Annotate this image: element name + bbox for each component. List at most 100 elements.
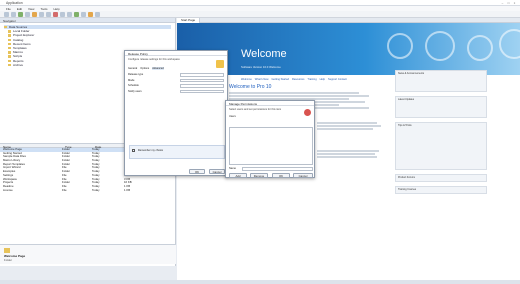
release-type-field[interactable] xyxy=(180,73,224,77)
notify-field[interactable] xyxy=(180,89,224,94)
folder-icon xyxy=(8,46,11,50)
schedule-field[interactable] xyxy=(180,84,224,88)
menu-tools[interactable]: Tools xyxy=(40,7,47,11)
ok-button[interactable]: OK xyxy=(272,173,290,178)
checkbox-label: Remember my choice xyxy=(137,149,164,152)
tab-general[interactable]: General xyxy=(128,67,137,70)
cut-icon[interactable] xyxy=(32,12,37,17)
updates-box[interactable]: Latest Updates xyxy=(395,96,487,118)
text-line xyxy=(229,92,359,94)
delete-icon[interactable] xyxy=(53,12,58,17)
folder-icon xyxy=(4,248,10,253)
mode-field[interactable] xyxy=(180,78,224,83)
checkbox[interactable] xyxy=(132,148,135,152)
decorative-circle xyxy=(425,31,455,61)
training-box[interactable]: Training Courses xyxy=(395,186,487,194)
release-policy-dialog: Release Policy Configure release setting… xyxy=(124,50,228,176)
text-line xyxy=(317,125,381,127)
folder-icon xyxy=(8,34,11,37)
details-type: Folder xyxy=(4,258,12,262)
dialog-tabs: General Options Advanced xyxy=(125,63,227,70)
table-row[interactable]: License File Today 1 KB xyxy=(0,189,176,193)
column-name[interactable]: Name xyxy=(0,144,62,149)
decorative-circle xyxy=(499,29,520,59)
users-list[interactable] xyxy=(229,127,313,165)
settings-icon[interactable] xyxy=(88,12,93,17)
run-icon[interactable] xyxy=(74,12,79,17)
folder-icon xyxy=(8,42,11,46)
tips-box[interactable]: Tips & Tricks xyxy=(395,122,487,170)
text-line xyxy=(317,128,373,130)
column-date[interactable]: Date xyxy=(92,144,124,149)
welcome-banner xyxy=(177,23,520,75)
menu-help[interactable]: Help xyxy=(53,7,59,11)
ok-button[interactable]: OK xyxy=(189,169,205,174)
field-label: Release type xyxy=(128,73,144,76)
dialog-icon xyxy=(216,60,224,68)
forums-box[interactable]: Product Forums xyxy=(395,174,487,182)
copy-icon[interactable] xyxy=(39,12,44,17)
toolbar xyxy=(0,11,520,18)
nav-link[interactable]: Welcome xyxy=(241,78,252,81)
new-icon[interactable] xyxy=(4,12,9,17)
nav-link[interactable]: Resources xyxy=(292,78,304,81)
folder-icon xyxy=(8,59,11,62)
undo-icon[interactable] xyxy=(60,12,65,17)
maximize-icon[interactable]: □ xyxy=(506,1,511,5)
redo-icon[interactable] xyxy=(67,12,72,17)
menu-file[interactable]: File xyxy=(6,7,11,11)
column-type[interactable]: Type xyxy=(62,144,92,149)
folder-icon xyxy=(8,63,11,67)
add-button[interactable]: Add xyxy=(229,173,247,178)
welcome-heading: Welcome to Pro 10 xyxy=(229,84,272,90)
open-icon[interactable] xyxy=(11,12,16,17)
menu-view[interactable]: View xyxy=(28,7,34,11)
remove-button[interactable]: Remove xyxy=(250,173,268,178)
name-label: Name xyxy=(229,167,236,170)
search-icon[interactable] xyxy=(95,12,100,17)
folder-icon xyxy=(8,38,11,41)
folder-icon xyxy=(8,51,11,54)
field-label: Notify users xyxy=(128,89,142,93)
nav-link[interactable]: Getting Started xyxy=(272,78,289,81)
text-line xyxy=(317,153,375,155)
nav-link[interactable]: What's New xyxy=(255,78,269,81)
decorative-circle xyxy=(387,33,413,59)
folder-icon xyxy=(4,26,7,29)
text-line xyxy=(317,156,377,158)
cancel-button[interactable]: Cancel xyxy=(209,169,225,174)
text-line xyxy=(317,122,377,124)
dialog-description: Select users and set permissions for thi… xyxy=(229,108,282,111)
tab-advanced[interactable]: Advanced xyxy=(152,67,164,70)
info-box: Remember my choice xyxy=(129,145,225,159)
print-icon[interactable] xyxy=(25,12,30,17)
menu-edit[interactable]: Edit xyxy=(17,7,22,11)
nav-link[interactable]: Training xyxy=(307,78,316,81)
save-icon[interactable] xyxy=(18,12,23,17)
minimize-icon[interactable]: – xyxy=(500,1,505,5)
text-line xyxy=(229,95,369,97)
close-icon[interactable]: × xyxy=(512,1,517,5)
banner-subtitle: Software Version 10.0 Welcome xyxy=(241,65,281,69)
news-box[interactable]: News & Announcements xyxy=(395,70,487,92)
details-panel: Welcome Page Folder xyxy=(0,244,176,264)
name-field[interactable] xyxy=(242,167,313,171)
dialog-description: Configure release settings for this work… xyxy=(128,58,180,61)
paste-icon[interactable] xyxy=(46,12,51,17)
folder-icon xyxy=(8,55,11,58)
nav-link[interactable]: Help xyxy=(320,78,325,81)
start-nav: Welcome What's New Getting Started Resou… xyxy=(241,78,347,81)
folder-icon xyxy=(8,30,11,33)
tab-options[interactable]: Options xyxy=(140,67,149,70)
refresh-icon[interactable] xyxy=(81,12,86,17)
field-label: Mode xyxy=(128,78,135,82)
nav-link[interactable]: Support Contact xyxy=(328,78,347,81)
list-label: Users xyxy=(229,115,236,118)
decorative-circle xyxy=(467,35,493,61)
manage-permissions-dialog: Manage Permissions Select users and set … xyxy=(225,100,315,178)
field-label: Schedule xyxy=(128,84,139,88)
window-title: Application xyxy=(6,1,23,5)
cancel-button[interactable]: Cancel xyxy=(293,173,313,178)
banner-title: Welcome xyxy=(241,48,287,60)
text-line xyxy=(317,150,379,152)
